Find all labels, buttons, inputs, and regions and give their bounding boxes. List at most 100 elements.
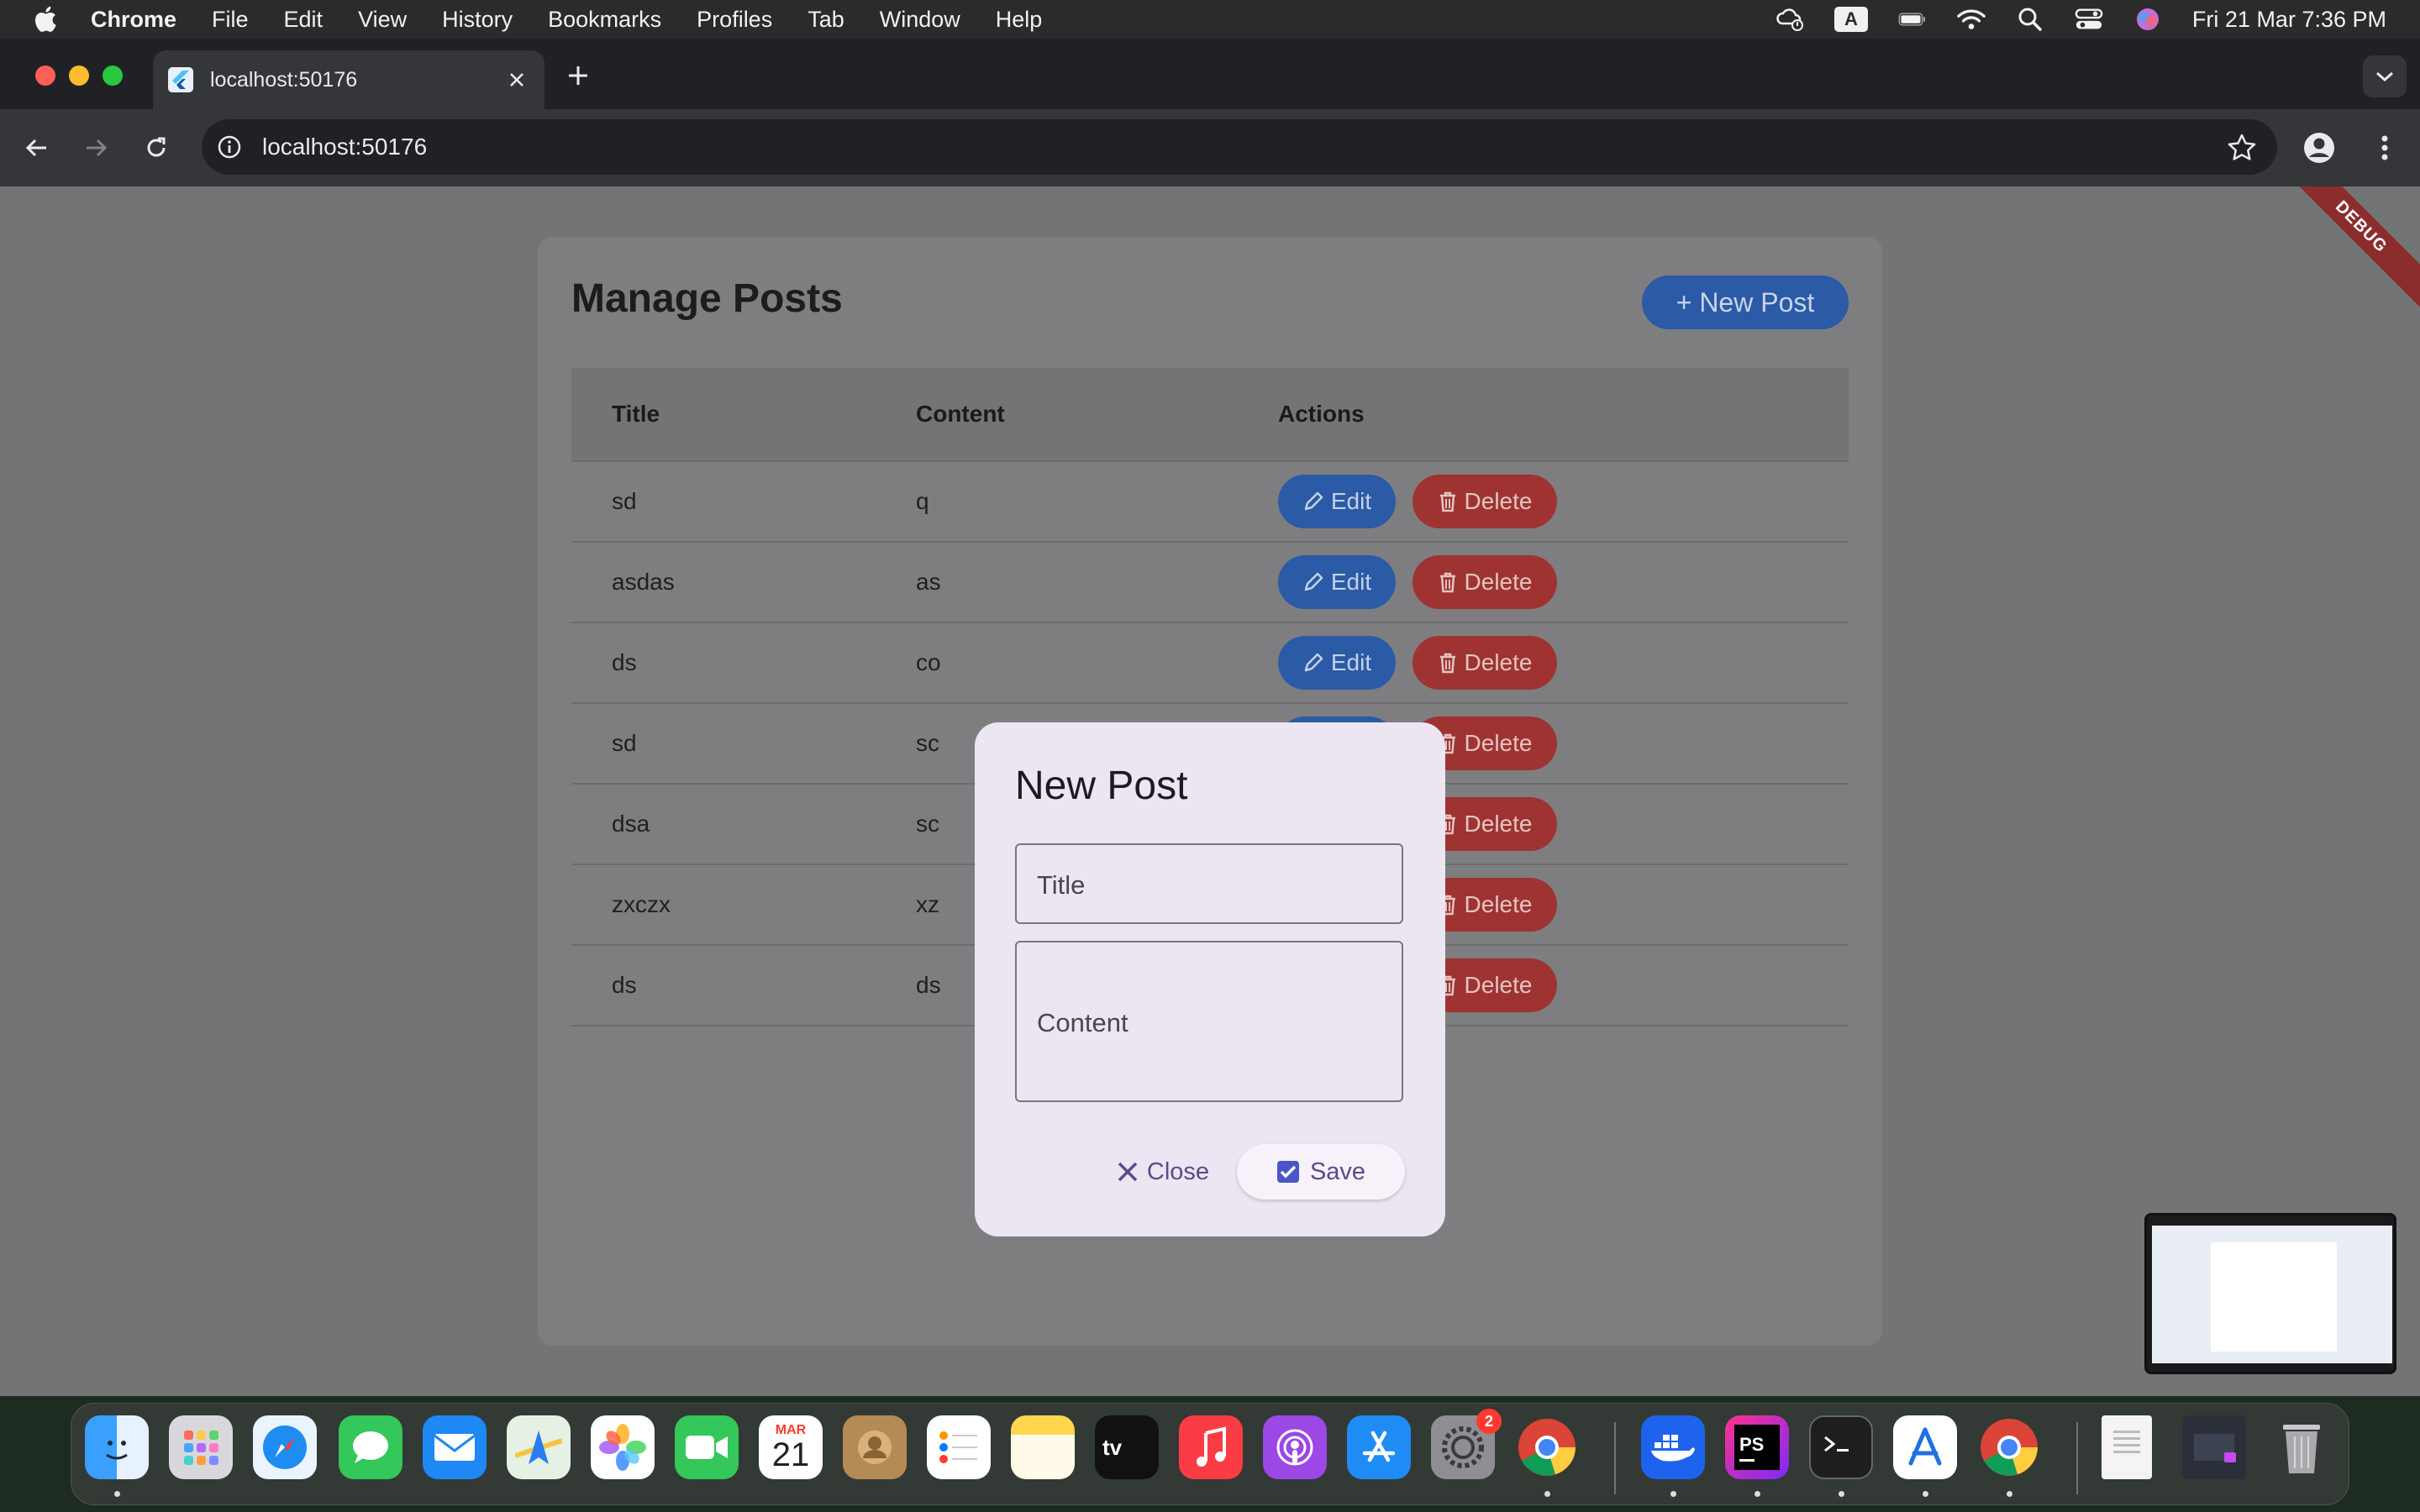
launchpad-icon[interactable] [169, 1415, 233, 1479]
url-text[interactable]: localhost:50176 [262, 134, 427, 160]
menubar-clock[interactable]: Fri 21 Mar 7:36 PM [2192, 7, 2386, 33]
menu-edit[interactable]: Edit [284, 7, 324, 33]
phpstorm-icon[interactable]: PS [1725, 1415, 1789, 1479]
menu-history[interactable]: History [442, 7, 513, 33]
weather-alert-icon[interactable] [1776, 7, 1804, 32]
maps-icon[interactable] [507, 1415, 571, 1479]
post-content-cell: q [916, 488, 929, 514]
pencil-icon [1304, 572, 1323, 591]
edit-button[interactable]: Edit [1278, 636, 1396, 690]
contacts-icon[interactable] [843, 1415, 907, 1479]
chrome-menu-kebab-icon[interactable] [2368, 131, 2402, 165]
chrome-icon[interactable] [1515, 1415, 1579, 1479]
control-center-icon[interactable] [2075, 7, 2103, 32]
edit-button[interactable]: Edit [1278, 475, 1396, 528]
music-icon[interactable] [1179, 1415, 1243, 1479]
system-settings-icon[interactable]: 2 [1431, 1409, 1502, 1479]
bookmark-star-icon[interactable] [2227, 133, 2257, 163]
dialog-title: New Post [1015, 764, 1188, 808]
trash-icon[interactable] [2270, 1415, 2333, 1479]
back-arrow-icon[interactable] [18, 129, 55, 166]
page-viewport: DEBUG Manage Posts + New Post Title Cont… [0, 186, 2420, 1396]
finder-icon[interactable] [85, 1415, 149, 1479]
menu-window[interactable]: Window [880, 7, 960, 33]
tab-close-icon[interactable] [504, 67, 529, 92]
post-title-cell: sd [612, 488, 637, 514]
post-title-cell: asdas [612, 569, 675, 595]
safari-icon[interactable] [253, 1415, 317, 1479]
reminders-icon[interactable] [927, 1415, 991, 1479]
content-input-placeholder: Content [1037, 1008, 1128, 1037]
window-preview-thumbnail[interactable] [2144, 1213, 2396, 1374]
close-button[interactable]: Close [1099, 1144, 1227, 1200]
facetime-icon[interactable] [675, 1415, 739, 1479]
delete-button[interactable]: Delete [1413, 475, 1557, 528]
window-zoom-button[interactable] [103, 66, 123, 86]
menu-profiles[interactable]: Profiles [697, 7, 772, 33]
battery-icon[interactable] [1898, 7, 1927, 32]
content-input[interactable]: Content [1015, 941, 1403, 1102]
podcasts-icon[interactable] [1263, 1415, 1327, 1479]
menu-bookmarks[interactable]: Bookmarks [548, 7, 661, 33]
delete-button[interactable]: Delete [1413, 555, 1557, 609]
spotlight-search-icon[interactable] [2016, 7, 2044, 32]
pencil-icon [1304, 653, 1323, 672]
delete-button[interactable]: Delete [1413, 636, 1557, 690]
new-tab-plus-icon[interactable] [565, 62, 592, 89]
siri-icon[interactable] [2133, 7, 2162, 32]
site-info-icon[interactable] [215, 133, 244, 161]
apple-tv-icon[interactable]: tv [1095, 1415, 1159, 1479]
column-header-title: Title [612, 401, 660, 427]
table-header-row: Title Content Actions [571, 368, 1849, 462]
checkbox-check-icon [1276, 1161, 1299, 1183]
debug-banner: DEBUG [2273, 186, 2420, 315]
photos-icon[interactable] [591, 1415, 655, 1479]
svg-text:tv: tv [1102, 1435, 1123, 1460]
calendar-icon[interactable]: MAR 21 [759, 1415, 823, 1479]
instruments-icon[interactable] [1893, 1415, 1957, 1479]
mail-icon[interactable] [423, 1415, 487, 1479]
menu-tab[interactable]: Tab [808, 7, 844, 33]
apple-menu-icon[interactable] [32, 4, 62, 34]
notes-icon[interactable] [1011, 1415, 1075, 1479]
docker-icon[interactable] [1641, 1415, 1705, 1479]
wifi-icon[interactable] [1957, 7, 1986, 32]
menu-app-chrome[interactable]: Chrome [91, 7, 176, 33]
menu-view[interactable]: View [358, 7, 407, 33]
screenshot-window-icon[interactable] [2182, 1415, 2246, 1479]
page-title: Manage Posts [571, 276, 843, 321]
profile-avatar-icon[interactable] [2302, 131, 2336, 165]
post-title-cell: zxczx [612, 891, 671, 917]
messages-icon[interactable] [339, 1415, 402, 1479]
chrome-canary-icon[interactable] [1977, 1415, 2041, 1479]
input-source-icon[interactable]: A [1833, 7, 1868, 32]
calendar-day: 21 [771, 1436, 810, 1473]
tab-search-chevron-icon[interactable] [2363, 55, 2407, 97]
browser-tab-active[interactable]: localhost:50176 [153, 50, 544, 109]
forward-arrow-icon[interactable] [77, 129, 114, 166]
tab-title: localhost:50176 [210, 67, 358, 92]
pdf-document-icon[interactable] [2102, 1415, 2152, 1479]
macos-dock: MAR 21 tv 2 PS [71, 1403, 2349, 1505]
reload-icon[interactable] [138, 129, 175, 166]
new-post-button[interactable]: + New Post [1642, 276, 1849, 329]
pencil-icon [1304, 491, 1323, 511]
window-minimize-button[interactable] [69, 66, 89, 86]
window-close-button[interactable] [35, 66, 55, 86]
menu-help[interactable]: Help [996, 7, 1043, 33]
post-content-cell: co [916, 649, 941, 675]
edit-button[interactable]: Edit [1278, 555, 1396, 609]
save-label: Save [1309, 1158, 1366, 1185]
address-bar[interactable]: localhost:50176 [202, 119, 2277, 175]
menu-file[interactable]: File [212, 7, 249, 33]
new-post-dialog: New Post Title Content Close Save [975, 722, 1445, 1236]
terminal-icon[interactable] [1809, 1415, 1873, 1479]
table-row: ds co Edit Delete [571, 623, 1849, 704]
close-label: Close [1146, 1158, 1210, 1185]
title-input[interactable]: Title [1015, 843, 1403, 924]
delete-label: Delete [1464, 649, 1533, 675]
delete-label: Delete [1464, 730, 1533, 756]
save-button[interactable]: Save [1237, 1144, 1405, 1200]
app-store-icon[interactable] [1347, 1415, 1411, 1479]
macos-menu-bar: Chrome File Edit View History Bookmarks … [0, 0, 2420, 39]
